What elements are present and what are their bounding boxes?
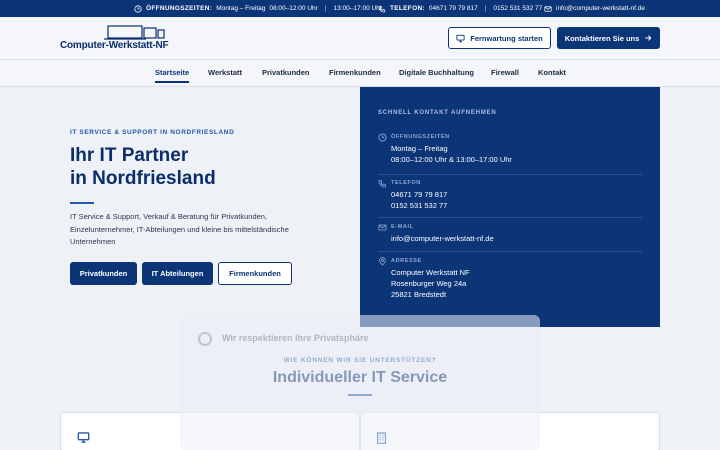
email-link[interactable]: info@computer-werkstatt-nf.de <box>391 234 494 243</box>
remote-support-label: Fernwartung starten <box>470 33 543 43</box>
phone-icon <box>378 179 387 188</box>
monitor-icon <box>456 34 465 42</box>
nav-privatkunden[interactable]: Privatkunden <box>262 68 310 77</box>
phone-icon <box>378 5 386 12</box>
nav-kontakt[interactable]: Kontakt <box>538 68 566 77</box>
phone-number-1[interactable]: 04671 79 79 817 <box>391 190 447 199</box>
arrow-right-icon <box>645 35 652 41</box>
separator: | <box>324 5 327 12</box>
address-line-2: Rosenburger Weg 24a <box>391 279 467 288</box>
email-info[interactable]: info@computer-werkstatt-nf.de <box>544 0 645 17</box>
cookie-consent-banner: Wir respektieren Ihre Privatsphäre <box>180 315 540 450</box>
address-label: ADRESSE <box>391 258 422 264</box>
mail-icon <box>378 224 387 231</box>
hero-title-line-1: Ihr IT Partner <box>70 145 189 166</box>
hero-divider <box>70 202 94 204</box>
nav-firmenkunden[interactable]: Firmenkunden <box>329 68 381 77</box>
divider <box>378 217 642 218</box>
contact-phone: TELEFON 04671 79 79 817 0152 531 532 77 <box>378 179 642 215</box>
divider <box>378 251 642 252</box>
main-navigation: Startseite Werkstatt Privatkunden Firmen… <box>0 60 720 87</box>
logo[interactable]: Computer-Werkstatt-NF <box>60 24 200 56</box>
location-pin-icon <box>379 257 386 266</box>
remote-support-button[interactable]: Fernwartung starten <box>448 27 551 49</box>
hero-description: IT Service & Support, Verkauf & Beratung… <box>70 212 289 246</box>
hours-afternoon: 13:00–17:00 Uhr <box>333 5 382 12</box>
nav-werkstatt[interactable]: Werkstatt <box>208 68 242 77</box>
phone-info: TELEFON: 04671 79 79 817 | 0152 531 532 … <box>378 0 542 17</box>
nav-firewall[interactable]: Firewall <box>491 68 519 77</box>
contact-us-label: Kontaktieren Sie uns <box>564 33 640 43</box>
divider <box>378 174 642 175</box>
phone-number-2[interactable]: 0152 531 532 77 <box>493 5 542 12</box>
phone-label: TELEFON <box>391 180 421 186</box>
logo-text: Computer-Werkstatt-NF <box>60 40 169 51</box>
monitor-icon <box>77 432 90 443</box>
nav-startseite[interactable]: Startseite <box>155 68 190 83</box>
hours-label: ÖFFNUNGSZEITEN: <box>146 5 213 12</box>
nav-digitale-buchhaltung[interactable]: Digitale Buchhaltung <box>399 68 474 77</box>
contact-us-button[interactable]: Kontaktieren Sie uns <box>557 27 660 49</box>
address-line-1: Computer Werkstatt NF <box>391 268 470 277</box>
firmenkunden-button[interactable]: Firmenkunden <box>218 262 292 285</box>
phone-number-1[interactable]: 04671 79 79 817 <box>429 5 478 12</box>
contact-email: E-MAIL info@computer-werkstatt-nf.de <box>378 223 642 247</box>
cookie-icon <box>198 332 212 346</box>
hours-days: Montag – Freitag <box>391 144 448 153</box>
separator: | <box>484 5 487 12</box>
site-header: Computer-Werkstatt-NF Fernwartung starte… <box>0 17 720 60</box>
hours-label: ÖFFNUNGSZEITEN <box>391 134 450 140</box>
hero-title: Ihr IT Partner in Nordfriesland <box>70 144 330 190</box>
email-label: E-MAIL <box>391 224 414 230</box>
phone-number-2[interactable]: 0152 531 532 77 <box>391 201 447 210</box>
hours-morning: 08:00–12:00 Uhr <box>269 5 318 12</box>
top-info-bar: ÖFFNUNGSZEITEN: Montag – Freitag 08:00–1… <box>0 0 720 17</box>
it-abteilungen-button[interactable]: IT Abteilungen <box>142 262 213 285</box>
quick-contact-panel: SCHNELL KONTAKT AUFNEHMEN ÖFFNUNGSZEITEN… <box>360 87 660 327</box>
contact-hours: ÖFFNUNGSZEITEN Montag – Freitag 08:00–12… <box>378 133 642 169</box>
address-line-3: 25821 Bredstedt <box>391 290 447 299</box>
quick-contact-heading: SCHNELL KONTAKT AUFNEHMEN <box>378 110 497 116</box>
hours-days: Montag – Freitag <box>216 5 266 12</box>
privatkunden-button[interactable]: Privatkunden <box>70 262 137 285</box>
hero-eyebrow: IT SERVICE & SUPPORT IN NORDFRIESLAND <box>70 129 235 136</box>
hero-title-line-2: in Nordfriesland <box>70 168 216 189</box>
clock-icon <box>134 4 142 13</box>
email-link[interactable]: info@computer-werkstatt-nf.de <box>556 5 645 12</box>
hours-times: 08:00–12:00 Uhr & 13:00–17:00 Uhr <box>391 155 512 164</box>
contact-address: ADRESSE Computer Werkstatt NF Rosenburge… <box>378 257 642 305</box>
logo-devices-icon <box>104 25 165 40</box>
mail-icon <box>544 5 552 12</box>
opening-hours: ÖFFNUNGSZEITEN: Montag – Freitag 08:00–1… <box>134 0 382 17</box>
phone-label: TELEFON: <box>390 5 425 12</box>
clock-icon <box>378 133 387 142</box>
cookie-title: Wir respektieren Ihre Privatsphäre <box>222 333 369 343</box>
